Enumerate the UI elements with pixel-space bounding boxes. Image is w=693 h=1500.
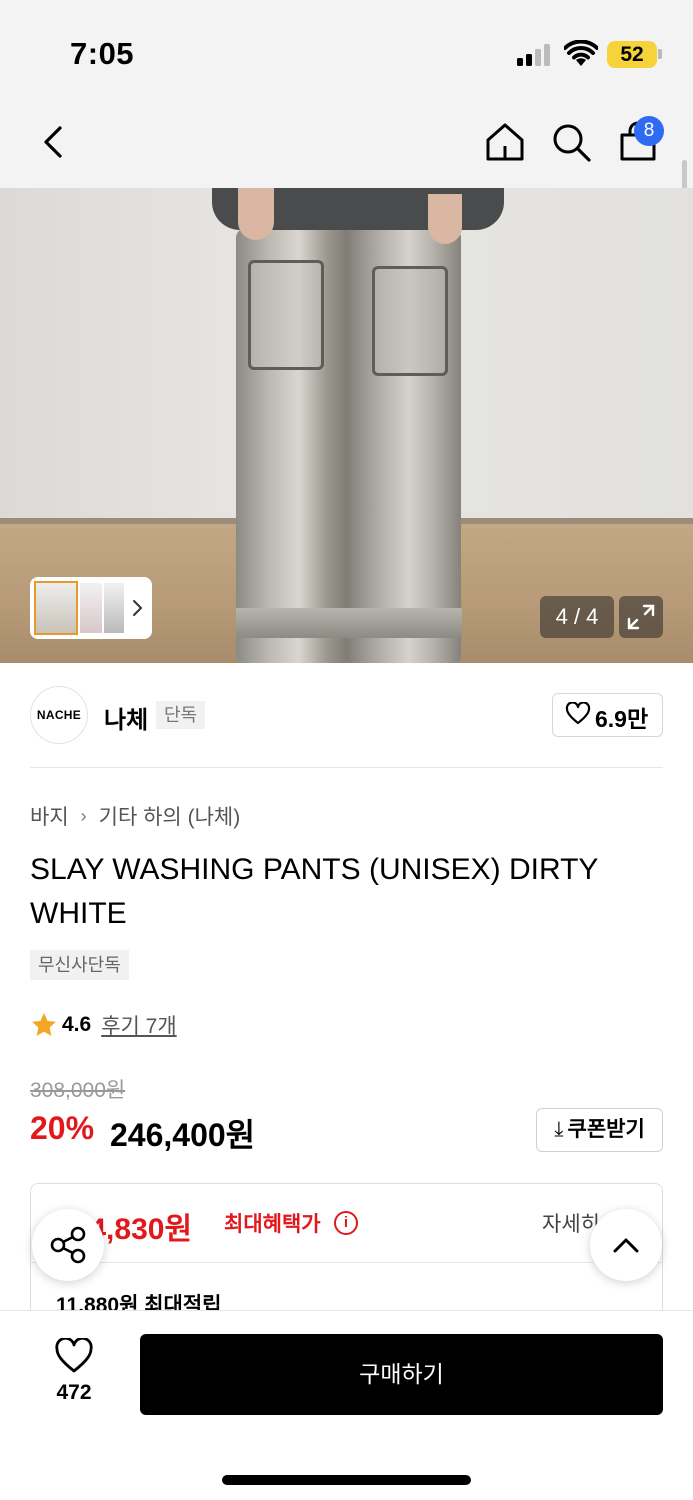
wishlist-count: 472 [56,1381,92,1404]
breadcrumb-chevron-icon: › [80,805,87,826]
expand-icon[interactable] [619,596,663,638]
wifi-icon [564,40,598,66]
signal-icon [517,44,553,66]
cart-count-badge: 8 [634,116,664,146]
product-title: SLAY WASHING PANTS (UNISEX) DIRTY WHITE [30,853,598,930]
discount-rate: 20% [30,1110,95,1146]
product-page: 7:05 52 8 4 / 4 NACHE 나체 단독 6.9만 바지 › 기타… [0,0,693,1500]
thumbnail-2[interactable] [80,583,102,633]
review-count-link[interactable]: 후기 7개 [101,1010,176,1040]
pants-cuff [236,608,462,638]
rating-score: 4.6 [62,1013,92,1036]
scroll-top-chevron-icon[interactable] [590,1209,662,1281]
coupon-label: 쿠폰받기 [567,1118,645,1141]
divider [30,767,663,768]
home-icon[interactable] [484,120,526,164]
status-bar: 7:05 52 [0,0,693,100]
exclusive-tag: 무신사단독 [30,950,129,980]
brand-exclusive-tag: 단독 [156,701,206,729]
thumbnail-3[interactable] [104,583,124,633]
left-hand [238,188,274,240]
coupon-button[interactable]: ⤓ 쿠폰받기 [536,1108,663,1152]
chevron-right-icon[interactable] [130,598,144,618]
max-benefit-label: 최대혜택가 [224,1213,321,1236]
breadcrumb-subcategory[interactable]: 기타 하의 (나체) [99,801,241,831]
home-indicator [222,1475,471,1485]
heart-icon [565,702,591,725]
battery-tip [658,49,662,59]
brand-like-count: 6.9만 [595,706,649,732]
pants-right-pocket [372,266,448,376]
wishlist-heart-icon[interactable] [54,1338,94,1374]
breadcrumb: 바지 › 기타 하의 (나체) [30,801,240,831]
breadcrumb-category[interactable]: 바지 [30,801,69,831]
battery-indicator: 52 [607,41,657,68]
top-nav [0,100,693,188]
image-page-counter: 4 / 4 [540,596,614,638]
star-icon [32,1013,56,1036]
brand-name[interactable]: 나체 [104,700,148,735]
benefit-divider [31,1262,662,1263]
brand-logo[interactable]: NACHE [30,686,88,744]
buy-button[interactable]: 구매하기 [140,1334,663,1415]
back-arrow-icon[interactable] [34,120,74,164]
rating-row: 4.6 후기 7개 [30,1010,177,1040]
sale-price: 246,400원 [110,1117,256,1153]
info-icon[interactable]: i [334,1211,358,1235]
thumbnail-1[interactable] [34,581,78,635]
pants-left-pocket [248,260,324,370]
right-hand [428,194,462,244]
status-time: 7:05 [70,36,135,71]
original-price: 308,000원 [30,1079,126,1102]
download-icon: ⤓ [554,1118,564,1141]
search-icon[interactable] [550,120,592,164]
share-icon[interactable] [32,1209,104,1281]
